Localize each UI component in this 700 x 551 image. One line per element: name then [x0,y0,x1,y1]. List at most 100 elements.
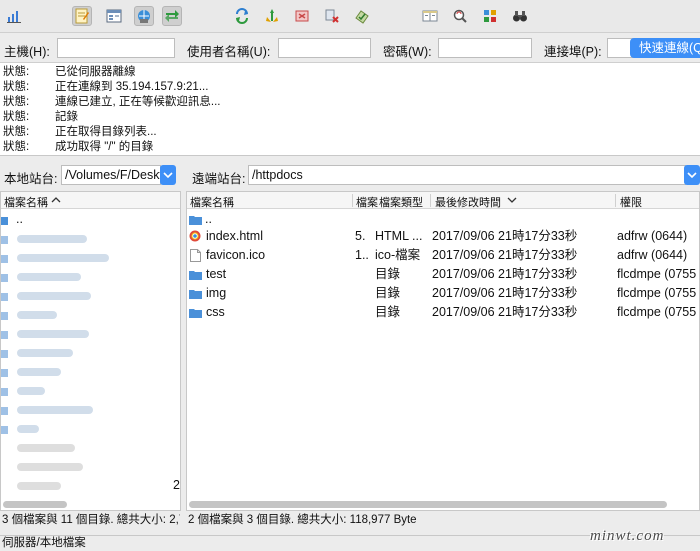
column-separator [430,194,431,207]
file-type: ico-檔案 [375,248,421,262]
folder-icon [1,255,8,263]
file-size: 1.. [355,248,369,262]
blurred-filename [17,425,39,433]
remote-col-type[interactable]: 檔案類型 [379,194,423,210]
log-status-label: 狀態: [3,66,30,78]
remote-col-permissions[interactable]: 權限 [620,194,642,210]
list-item[interactable] [1,324,180,343]
username-input[interactable] [278,38,371,58]
queue-column-label: 伺服器/本地檔案 [2,537,86,549]
filter-icon[interactable] [480,6,500,26]
file-icon [190,249,201,262]
list-item[interactable] [1,419,180,438]
sync-browsing-icon[interactable] [450,6,470,26]
blurred-filename [17,463,83,471]
local-horizontal-scrollbar[interactable] [3,501,67,508]
file-size: 5. [355,229,366,243]
transfer-queue-icon[interactable] [162,6,182,26]
list-item[interactable] [1,305,180,324]
blurred-filename [17,273,81,281]
blurred-filename [17,235,87,243]
list-item[interactable] [1,362,180,381]
list-item[interactable]: 2 [1,476,180,495]
list-item[interactable]: .. [1,210,180,229]
remote-horizontal-scrollbar[interactable] [189,501,667,508]
remote-col-size[interactable]: 檔案 [356,194,378,210]
remote-path-dropdown[interactable] [684,165,700,185]
remote-path-combobox[interactable]: /httpdocs [248,165,686,185]
file-modified: 2017/09/06 21時17分33秒 [432,286,578,300]
directory-compare-icon[interactable] [420,6,440,26]
local-list-header: 檔案名稱 [1,192,180,209]
remote-site-bar: 遠端站台: /httpdocs [186,163,700,187]
list-item[interactable] [1,248,180,267]
search-binoculars-icon[interactable] [510,6,530,26]
file-permissions: flcdmpe (0755 [617,305,697,319]
file-name: img [206,286,227,300]
log-message: 正在取得目錄列表... [55,126,157,138]
folder-icon [1,217,8,225]
list-item[interactable] [1,286,180,305]
password-input[interactable] [438,38,532,58]
local-col-name[interactable]: 檔案名稱 [4,194,48,210]
local-path-dropdown[interactable] [160,165,176,185]
local-status-text: 3 個檔案與 11 個目錄. 總共大小: 2,75 [2,511,180,529]
remote-col-name[interactable]: 檔案名稱 [190,194,234,210]
list-item[interactable] [1,438,180,457]
remote-list-header: 檔案名稱 檔案 檔案類型 最後修改時間 權限 [187,192,699,209]
file-name: favicon.ico [206,248,266,262]
local-file-list[interactable]: 檔案名稱 .. 2 [0,191,181,511]
log-status-label: 狀態: [3,141,30,153]
remote-tree-icon[interactable] [134,6,154,26]
blurred-filename [17,406,93,414]
file-modified: 2017/09/06 21時17分33秒 [432,248,578,262]
folder-icon [1,350,8,358]
log-message: 成功取得 "/" 的目錄 [55,141,154,153]
folder-icon [1,388,8,396]
blurred-filename [17,254,109,262]
reconnect-icon[interactable] [352,6,372,26]
table-row[interactable]: img 目錄 2017/09/06 21時17分33秒 flcdmpe (075… [187,284,699,303]
table-row[interactable]: favicon.ico 1.. ico-檔案 2017/09/06 21時17分… [187,246,699,265]
list-item[interactable] [1,229,180,248]
local-site-label: 本地站台: [4,172,58,186]
message-log: 狀態: 已從伺服器離線 狀態: 正在連線到 35.194.157.9:21...… [0,63,700,156]
refresh-icon[interactable] [232,6,252,26]
blurred-filename [17,349,73,357]
folder-icon [1,293,8,301]
remote-col-modified[interactable]: 最後修改時間 [435,194,501,210]
folder-icon [189,309,202,318]
log-message: 連線已建立, 正在等候歡迎訊息... [55,96,221,108]
local-path-combobox[interactable]: /Volumes/F/Desktop/ [61,165,161,185]
list-item[interactable] [1,343,180,362]
disconnect-icon[interactable] [322,6,342,26]
process-queue-icon[interactable] [262,6,282,26]
chevron-down-icon [687,172,697,179]
site-manager-icon[interactable] [4,6,24,26]
chevron-up-icon [51,197,61,203]
remote-site-label: 遠端站台: [192,172,246,186]
file-modified: 2017/09/06 21時17分33秒 [432,267,578,281]
list-item[interactable] [1,267,180,286]
list-item[interactable] [1,457,180,476]
port-label: 連接埠(P): [544,45,602,59]
folder-icon [1,274,8,282]
host-input[interactable] [57,38,175,58]
list-item[interactable] [1,381,180,400]
list-item[interactable] [1,400,180,419]
remote-file-list[interactable]: 檔案名稱 檔案 檔案類型 最後修改時間 權限 .. index.html 5. … [186,191,700,511]
quickconnect-button[interactable]: 快速連線(Q) [630,38,700,58]
log-status-label: 狀態: [3,111,30,123]
blurred-filename [17,482,61,490]
watermark: minwt.com [590,528,665,544]
file-type: 目錄 [375,305,401,319]
parent-dir-label: .. [16,212,23,226]
table-row[interactable]: css 目錄 2017/09/06 21時17分33秒 flcdmpe (075… [187,303,699,322]
table-row[interactable]: index.html 5. HTML ... 2017/09/06 21時17分… [187,227,699,246]
message-log-icon[interactable] [72,6,92,26]
cancel-operation-icon[interactable] [292,6,312,26]
folder-icon [1,312,8,320]
log-message: 正在連線到 35.194.157.9:21... [55,81,209,93]
table-row[interactable]: test 目錄 2017/09/06 21時17分33秒 flcdmpe (07… [187,265,699,284]
local-tree-icon[interactable] [104,6,124,26]
